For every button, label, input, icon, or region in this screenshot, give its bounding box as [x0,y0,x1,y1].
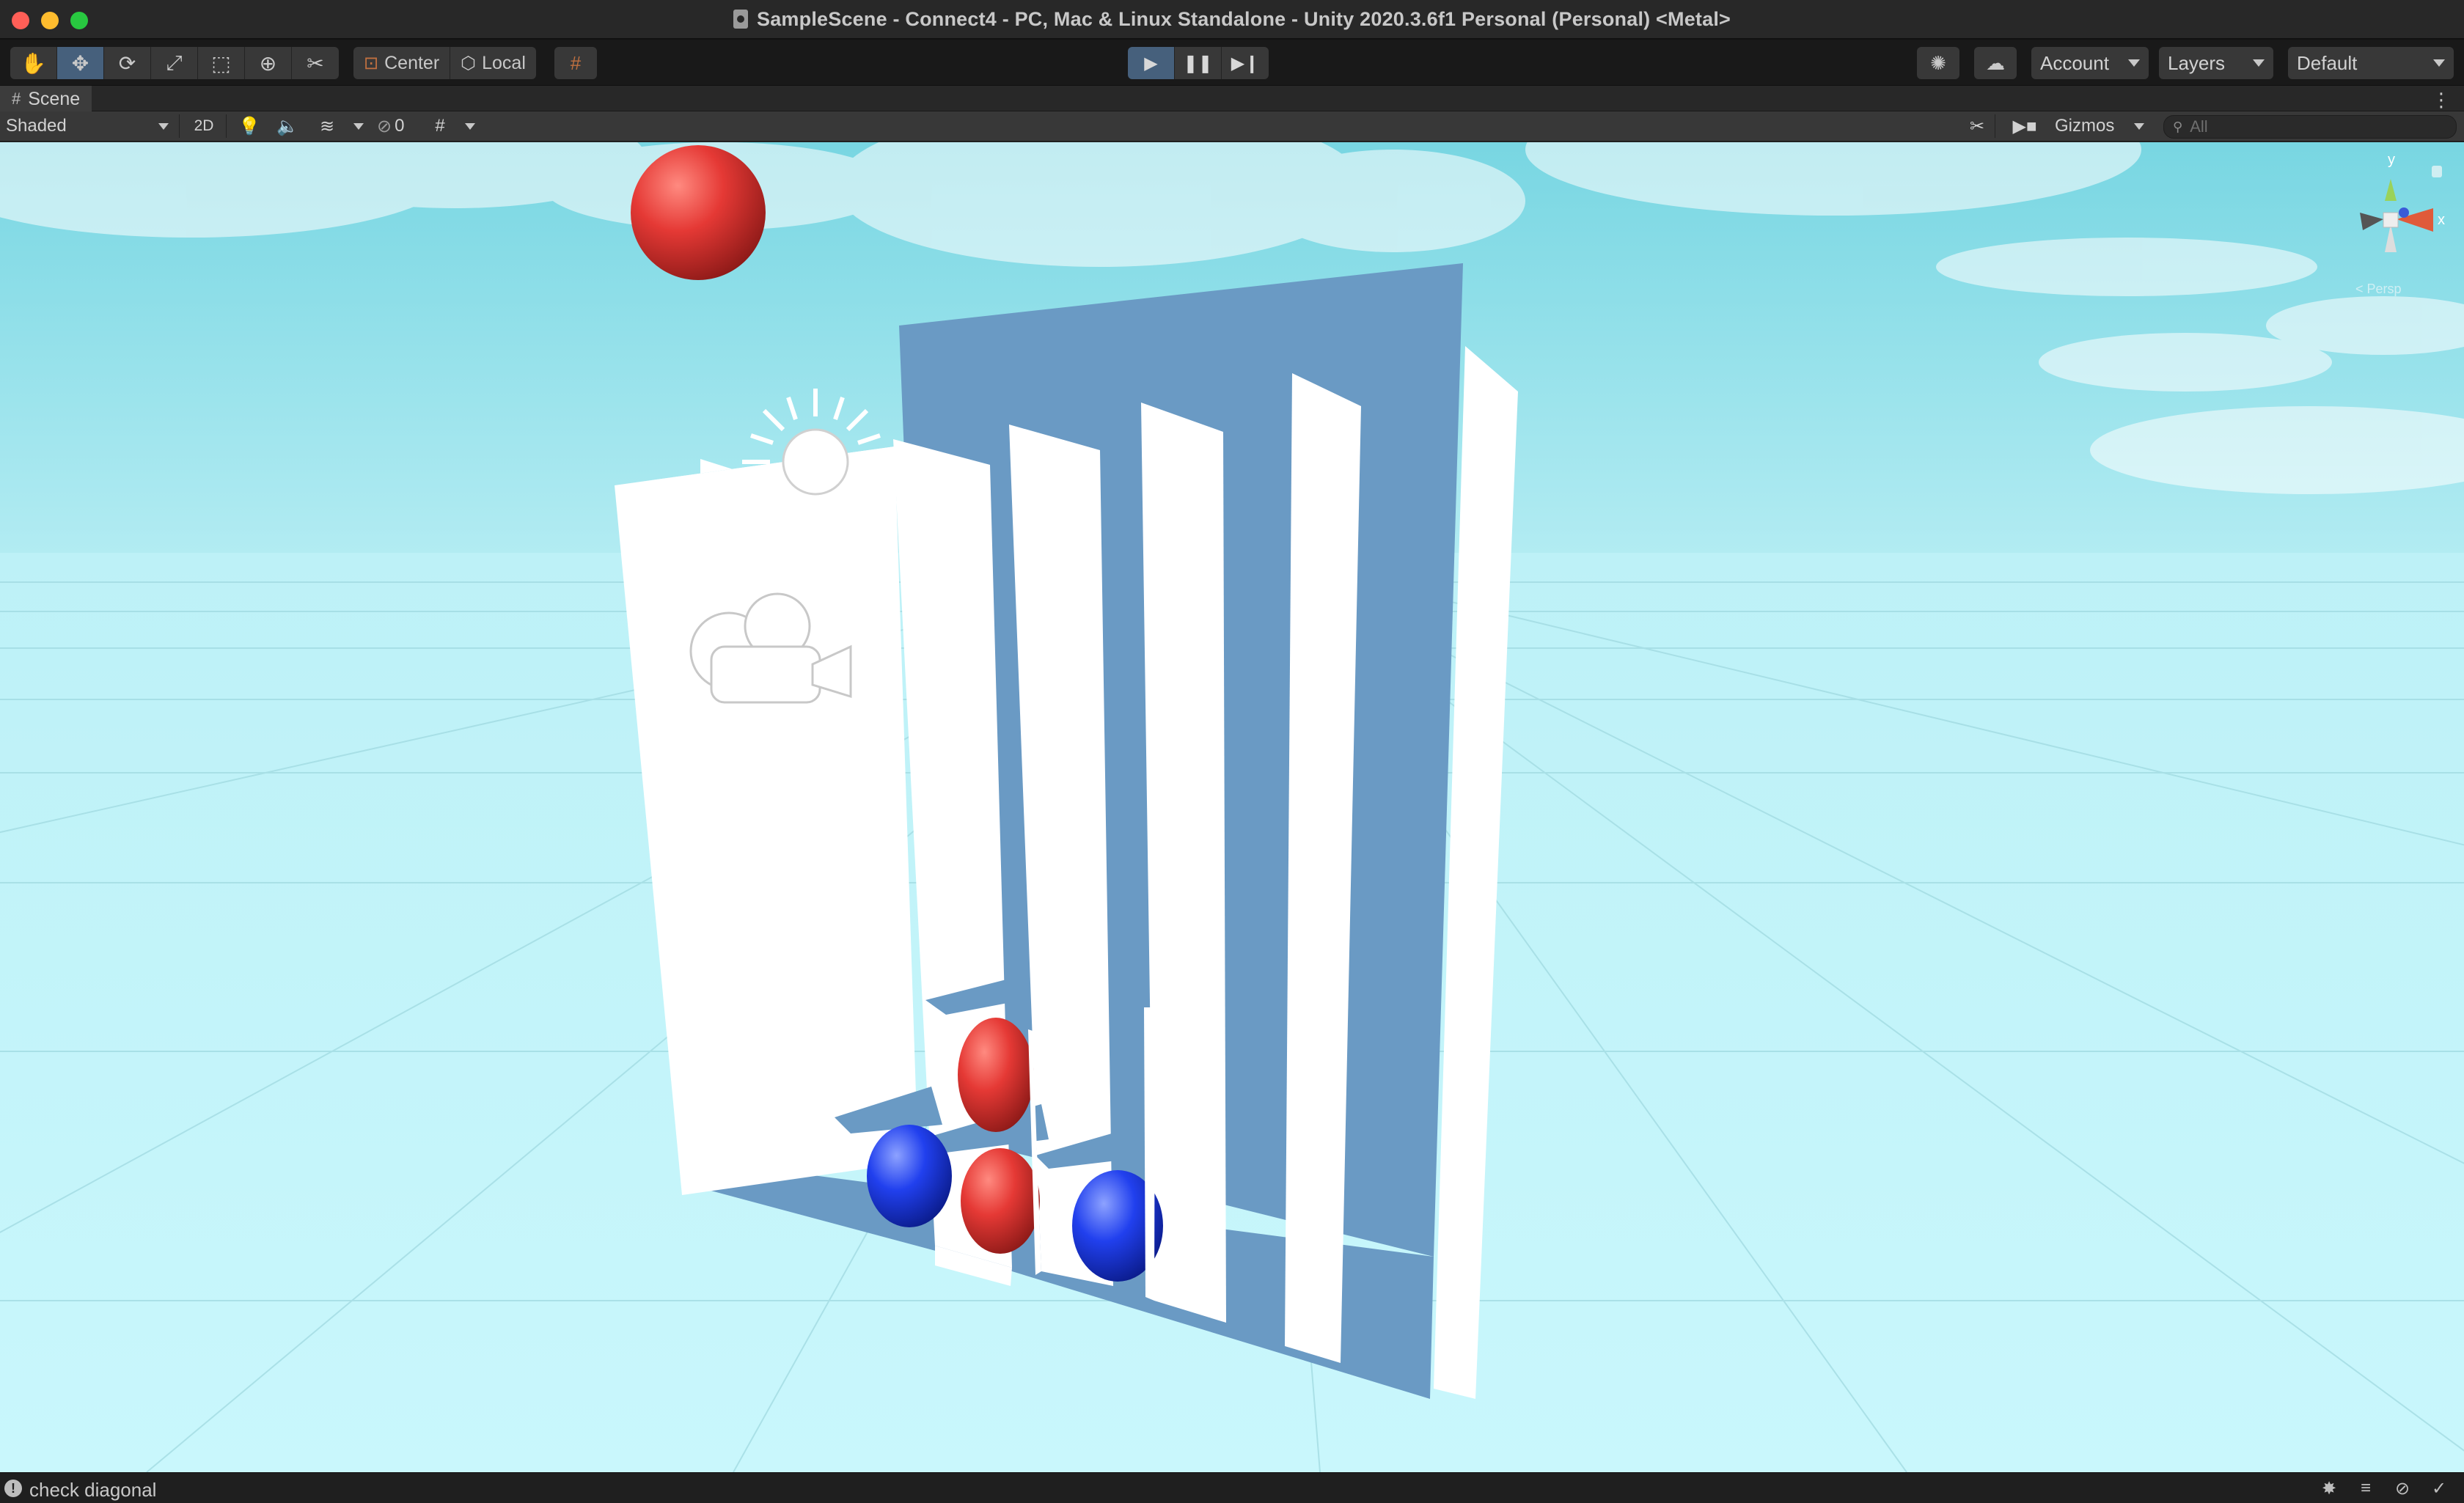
window-controls [12,12,88,29]
layers-label: Layers [2168,51,2226,74]
pivot-mode-button[interactable]: ⊡ Center [353,47,451,79]
rect-tool-icon[interactable]: ⬚ [198,47,245,79]
title-bar: SampleScene - Connect4 - PC, Mac & Linux… [0,0,2464,40]
layout-label: Default [2297,51,2358,74]
directional-light-gizmo-icon[interactable] [742,389,889,535]
eye-slash-icon: ⊘ [377,116,392,136]
tab-scene[interactable]: # Scene [0,86,92,112]
window-title: SampleScene - Connect4 - PC, Mac & Linux… [757,7,1731,30]
board-divider-3-edge [1144,1007,1155,1301]
red-piece[interactable] [958,1018,1034,1132]
cache-server-icon[interactable]: ≡ [2355,1478,2376,1499]
transform-tools: ✋ ✥ ⟳ ⤢ ⬚ ⊕ ✂ [10,47,339,79]
gizmos-dropdown[interactable]: Gizmos [2050,111,2150,141]
falling-red-piece[interactable] [631,145,766,280]
draw-mode-label: Shaded [6,116,67,136]
debug-icon[interactable]: ✸ [2319,1478,2339,1499]
scene-search-input[interactable]: ⚲ All [2163,115,2457,139]
draw-mode-dropdown[interactable]: Shaded [6,111,172,141]
local-cube-icon: ⬡ [461,53,477,73]
lock-icon[interactable] [2432,166,2442,177]
close-window-button[interactable] [12,12,29,29]
lighting-toggle-icon[interactable]: 💡 [236,111,263,141]
camera-icon: ▶■ [2012,116,2037,136]
account-label: Account [2040,51,2109,74]
chevron-down-icon [2253,59,2265,67]
pivot-mode-label: Center [384,52,440,73]
red-piece[interactable] [961,1148,1040,1254]
layers-dropdown[interactable]: Layers [2159,47,2273,79]
divider [226,114,227,138]
grid-snap-icon[interactable]: # [554,47,597,79]
effects-toggle-icon[interactable]: ≋ [312,111,342,141]
hand-tool-icon[interactable]: ✋ [10,47,57,79]
layout-dropdown[interactable]: Default [2288,47,2454,79]
chevron-down-icon [2433,59,2445,67]
cloud-icon[interactable]: ☁ [1974,47,2017,79]
transform-tool-icon[interactable]: ⊕ [245,47,292,79]
camera-settings-button[interactable]: ▶■ [2001,111,2049,141]
grid-icon: # [12,89,21,108]
mode-2d-label: 2D [194,117,214,134]
search-placeholder: All [2190,117,2208,136]
step-button[interactable]: ▶❙ [1222,47,1269,79]
status-icons: ✸ ≡ ⊘ ✓ [2319,1478,2449,1499]
chevron-down-icon [158,123,169,130]
search-icon: ⚲ [2173,119,2183,134]
scale-tool-icon[interactable]: ⤢ [151,47,198,79]
divider [179,114,180,138]
scene-viewport[interactable]: y x < Persp [0,142,2464,1472]
unity-scene-icon [733,10,748,29]
scene-view-toolbar: Shaded 2D 💡 🔈 ≋ ⊘ 0 # ✂ ▶■ Gizmos ⚲ All [0,111,2464,142]
maximize-window-button[interactable] [70,12,88,29]
audio-toggle-icon[interactable]: 🔈 [273,111,302,141]
chevron-down-icon [2128,59,2140,67]
svg-text:< Persp: < Persp [2355,282,2402,296]
effects-dropdown-icon[interactable] [348,111,370,141]
playmode-controls: ▶ ❚❚ ▶❙ [1128,47,1269,79]
pivot-space-button[interactable]: ⬡ Local [450,47,536,79]
pause-button[interactable]: ❚❚ [1175,47,1222,79]
pivot-space-label: Local [482,52,526,73]
hidden-count: 0 [395,116,405,136]
main-toolbar: ✋ ✥ ⟳ ⤢ ⬚ ⊕ ✂ ⊡ Center ⬡ Local # ▶ ❚❚ ▶❙… [0,41,2464,85]
svg-text:x: x [2438,212,2445,228]
console-status-message[interactable]: check diagonal [29,1479,156,1502]
kebab-menu-icon[interactable]: ⋮ [2432,89,2451,111]
chevron-down-icon [2134,123,2144,130]
account-dropdown[interactable]: Account [2031,47,2149,79]
scene-tab-bar: # Scene ⋮ [0,85,2464,112]
play-button[interactable]: ▶ [1128,47,1175,79]
grid-toggle-icon[interactable]: # [427,111,453,141]
minimize-window-button[interactable] [41,12,59,29]
mode-2d-toggle[interactable]: 2D [188,111,220,141]
svg-text:y: y [2388,152,2395,168]
status-bar: ! check diagonal ✸ ≡ ⊘ ✓ [0,1472,2464,1503]
rotate-tool-icon[interactable]: ⟳ [104,47,151,79]
hidden-objects-toggle[interactable]: ⊘ 0 [377,111,421,141]
move-tool-icon[interactable]: ✥ [57,47,104,79]
info-icon: ! [4,1480,22,1497]
tools-icon[interactable]: ✂ [1964,111,1990,141]
grid-dropdown-icon[interactable] [459,111,481,141]
progress-check-icon[interactable]: ✓ [2429,1478,2449,1499]
blue-piece[interactable] [867,1125,952,1227]
gizmos-label: Gizmos [2055,116,2115,136]
tab-scene-label: Scene [28,88,81,109]
pivot-controls: ⊡ Center ⬡ Local [353,47,536,79]
custom-tool-icon[interactable]: ✂ [292,47,339,79]
collab-icon[interactable]: ✺ [1917,47,1959,79]
auto-generate-icon[interactable]: ⊘ [2392,1478,2413,1499]
pivot-center-icon: ⊡ [364,53,379,73]
